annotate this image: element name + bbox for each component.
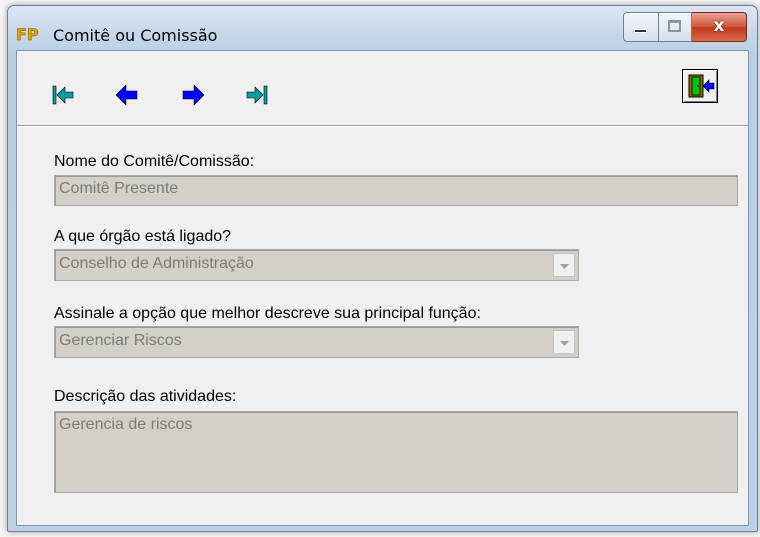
description-label: Descrição das atividades: [54, 388, 237, 405]
function-value: Gerenciar Riscos [59, 332, 182, 349]
arrow-left-icon [115, 84, 138, 106]
close-icon: x [713, 16, 725, 36]
committee-name-field[interactable]: Comitê Presente [54, 175, 738, 206]
chevron-down-icon [560, 264, 569, 269]
organ-dropdown-button[interactable] [553, 253, 575, 277]
previous-record-button[interactable] [115, 83, 139, 107]
next-record-button[interactable] [181, 83, 205, 107]
minimize-icon [634, 29, 647, 33]
function-dropdown-button[interactable] [553, 330, 575, 354]
last-record-button[interactable] [245, 83, 269, 107]
maximize-icon [668, 20, 681, 32]
first-record-button[interactable] [51, 83, 75, 107]
committee-name-label: Nome do Comitê/Comissão: [54, 153, 255, 170]
maximize-button[interactable] [659, 12, 692, 42]
description-textarea[interactable]: Gerencia de riscos [54, 411, 738, 493]
caption-buttons: x [623, 12, 747, 42]
exit-button[interactable] [682, 69, 718, 103]
navigation-toolbar [17, 51, 748, 126]
exit-door-icon [688, 74, 715, 98]
organ-value: Conselho de Administração [59, 255, 254, 272]
fp-app-icon: FP [16, 25, 39, 44]
minimize-button[interactable] [623, 12, 659, 42]
title-bar[interactable]: FP Comitê ou Comissão x [8, 6, 757, 56]
arrow-first-icon [52, 85, 74, 105]
organ-label: A que órgão está ligado? [54, 228, 232, 245]
arrow-last-icon [246, 85, 268, 105]
svg-text:FP: FP [16, 25, 39, 44]
chevron-down-icon [560, 341, 569, 346]
arrow-right-icon [182, 84, 205, 106]
close-button[interactable]: x [692, 12, 747, 42]
organ-combobox[interactable]: Conselho de Administração [54, 249, 579, 281]
function-combobox[interactable]: Gerenciar Riscos [54, 326, 579, 358]
dialog-window: FP Comitê ou Comissão x Nome do Comitê/C… [7, 5, 758, 532]
form-client-area: Nome do Comitê/Comissão: Comitê Presente… [16, 50, 749, 526]
function-label: Assinale a opção que melhor descreve sua… [54, 305, 481, 322]
window-title: Comitê ou Comissão [53, 26, 218, 45]
